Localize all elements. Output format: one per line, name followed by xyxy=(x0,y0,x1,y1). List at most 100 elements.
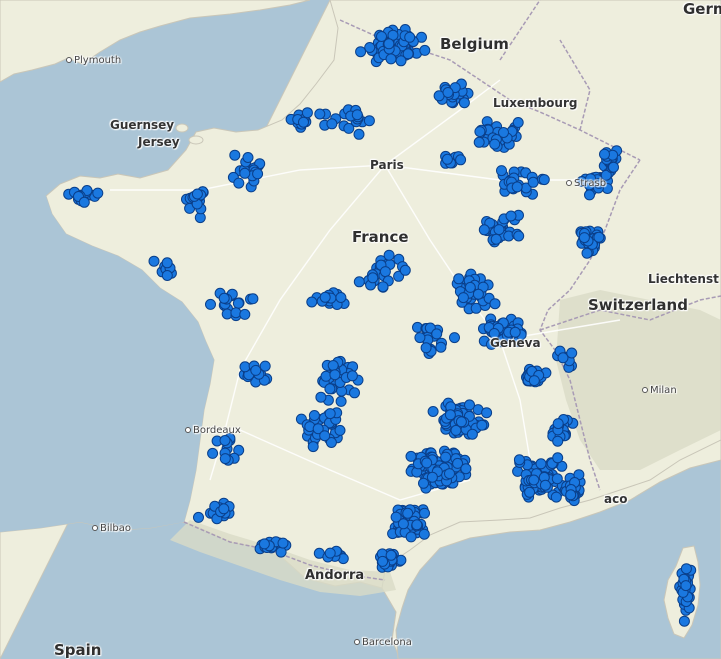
map-marker[interactable] xyxy=(349,387,360,399)
map-marker[interactable] xyxy=(351,109,363,121)
map-marker[interactable] xyxy=(524,486,536,498)
map-marker[interactable] xyxy=(464,399,475,411)
map-marker[interactable] xyxy=(453,273,465,285)
map-marker[interactable] xyxy=(193,511,204,523)
map-marker[interactable] xyxy=(464,281,476,293)
map-marker[interactable] xyxy=(353,128,365,140)
map-marker[interactable] xyxy=(402,48,414,60)
map-marker[interactable] xyxy=(527,176,539,188)
map-marker[interactable] xyxy=(327,360,339,371)
map-marker[interactable] xyxy=(420,342,432,354)
map-marker[interactable] xyxy=(301,107,313,119)
map-marker[interactable] xyxy=(528,375,540,387)
map-marker[interactable] xyxy=(511,181,523,193)
map-marker[interactable] xyxy=(277,537,289,549)
map-marker[interactable] xyxy=(319,291,331,303)
map-marker[interactable] xyxy=(460,463,472,475)
map-marker[interactable] xyxy=(404,31,416,43)
map-marker[interactable] xyxy=(444,468,455,480)
map-marker[interactable] xyxy=(427,406,439,417)
map-marker[interactable] xyxy=(329,369,341,381)
map-marker[interactable] xyxy=(418,528,430,540)
map-marker[interactable] xyxy=(552,435,564,447)
map-marker[interactable] xyxy=(513,454,525,466)
map-marker[interactable] xyxy=(455,416,467,428)
map-marker[interactable] xyxy=(426,471,438,483)
map-marker[interactable] xyxy=(440,451,452,463)
map-marker[interactable] xyxy=(419,44,431,56)
map-marker[interactable] xyxy=(551,473,563,485)
map-marker[interactable] xyxy=(421,457,433,469)
map-marker[interactable] xyxy=(207,447,219,459)
map-marker[interactable] xyxy=(449,332,460,344)
map-marker[interactable] xyxy=(233,177,245,189)
map-marker[interactable] xyxy=(161,257,173,269)
map-marker[interactable] xyxy=(513,230,525,242)
map-marker[interactable] xyxy=(599,148,610,160)
map-marker[interactable] xyxy=(608,161,619,173)
map-marker[interactable] xyxy=(379,266,391,278)
map-marker[interactable] xyxy=(512,117,524,128)
map-marker[interactable] xyxy=(377,555,389,567)
map-marker[interactable] xyxy=(496,165,507,177)
map-marker[interactable] xyxy=(505,210,517,222)
map-marker[interactable] xyxy=(239,361,251,373)
map-marker[interactable] xyxy=(473,136,485,148)
map-marker[interactable] xyxy=(232,297,244,309)
map-marker[interactable] xyxy=(489,138,501,150)
map-marker[interactable] xyxy=(399,264,411,276)
map-marker[interactable] xyxy=(324,408,336,420)
map-marker[interactable] xyxy=(385,53,397,65)
map-marker[interactable] xyxy=(493,224,505,236)
map-marker[interactable] xyxy=(258,538,270,550)
map-marker[interactable] xyxy=(552,452,564,464)
map-marker[interactable] xyxy=(405,531,417,543)
map-marker[interactable] xyxy=(252,168,264,180)
map-marker[interactable] xyxy=(578,232,590,244)
map-marker[interactable] xyxy=(230,307,242,319)
map-marker[interactable] xyxy=(418,477,429,489)
map-marker[interactable] xyxy=(239,308,251,320)
map-marker[interactable] xyxy=(78,196,90,208)
map-marker[interactable] xyxy=(308,410,320,421)
map-marker[interactable] xyxy=(334,424,346,436)
map-marker[interactable] xyxy=(148,255,160,267)
map-marker[interactable] xyxy=(229,149,241,161)
map-marker[interactable] xyxy=(455,154,467,166)
map-marker[interactable] xyxy=(476,419,488,431)
map-marker[interactable] xyxy=(474,126,486,138)
map-marker[interactable] xyxy=(538,174,550,186)
map-marker[interactable] xyxy=(490,233,502,245)
map-marker[interactable] xyxy=(397,518,409,530)
map-marker[interactable] xyxy=(411,519,423,531)
map-marker[interactable] xyxy=(435,341,447,353)
map-marker[interactable] xyxy=(444,409,456,421)
map-marker[interactable] xyxy=(489,298,501,310)
map-marker[interactable] xyxy=(335,395,347,407)
map-marker[interactable] xyxy=(442,87,454,98)
map-marker[interactable] xyxy=(383,38,395,50)
map-marker[interactable] xyxy=(458,97,470,109)
map-marker[interactable] xyxy=(319,430,331,442)
map-marker[interactable] xyxy=(275,546,287,558)
map-marker[interactable] xyxy=(320,370,332,382)
map-marker[interactable] xyxy=(314,108,326,120)
map-marker[interactable] xyxy=(535,458,547,470)
map-marker[interactable] xyxy=(466,428,478,440)
map-marker[interactable] xyxy=(402,507,414,519)
map-marker[interactable] xyxy=(405,450,417,462)
map-marker[interactable] xyxy=(191,188,203,200)
map-marker[interactable] xyxy=(239,167,251,179)
map-marker[interactable] xyxy=(315,391,327,403)
map-marker[interactable] xyxy=(298,116,309,128)
map-marker[interactable] xyxy=(431,328,443,340)
map-marker[interactable] xyxy=(219,435,231,446)
map-marker[interactable] xyxy=(539,479,551,491)
map-marker[interactable] xyxy=(680,563,692,575)
map-marker[interactable] xyxy=(218,503,230,515)
map-marker[interactable] xyxy=(161,270,173,281)
map-marker[interactable] xyxy=(678,615,690,627)
map-marker[interactable] xyxy=(306,296,318,308)
map-marker[interactable] xyxy=(584,189,595,201)
map-marker[interactable] xyxy=(92,187,104,199)
